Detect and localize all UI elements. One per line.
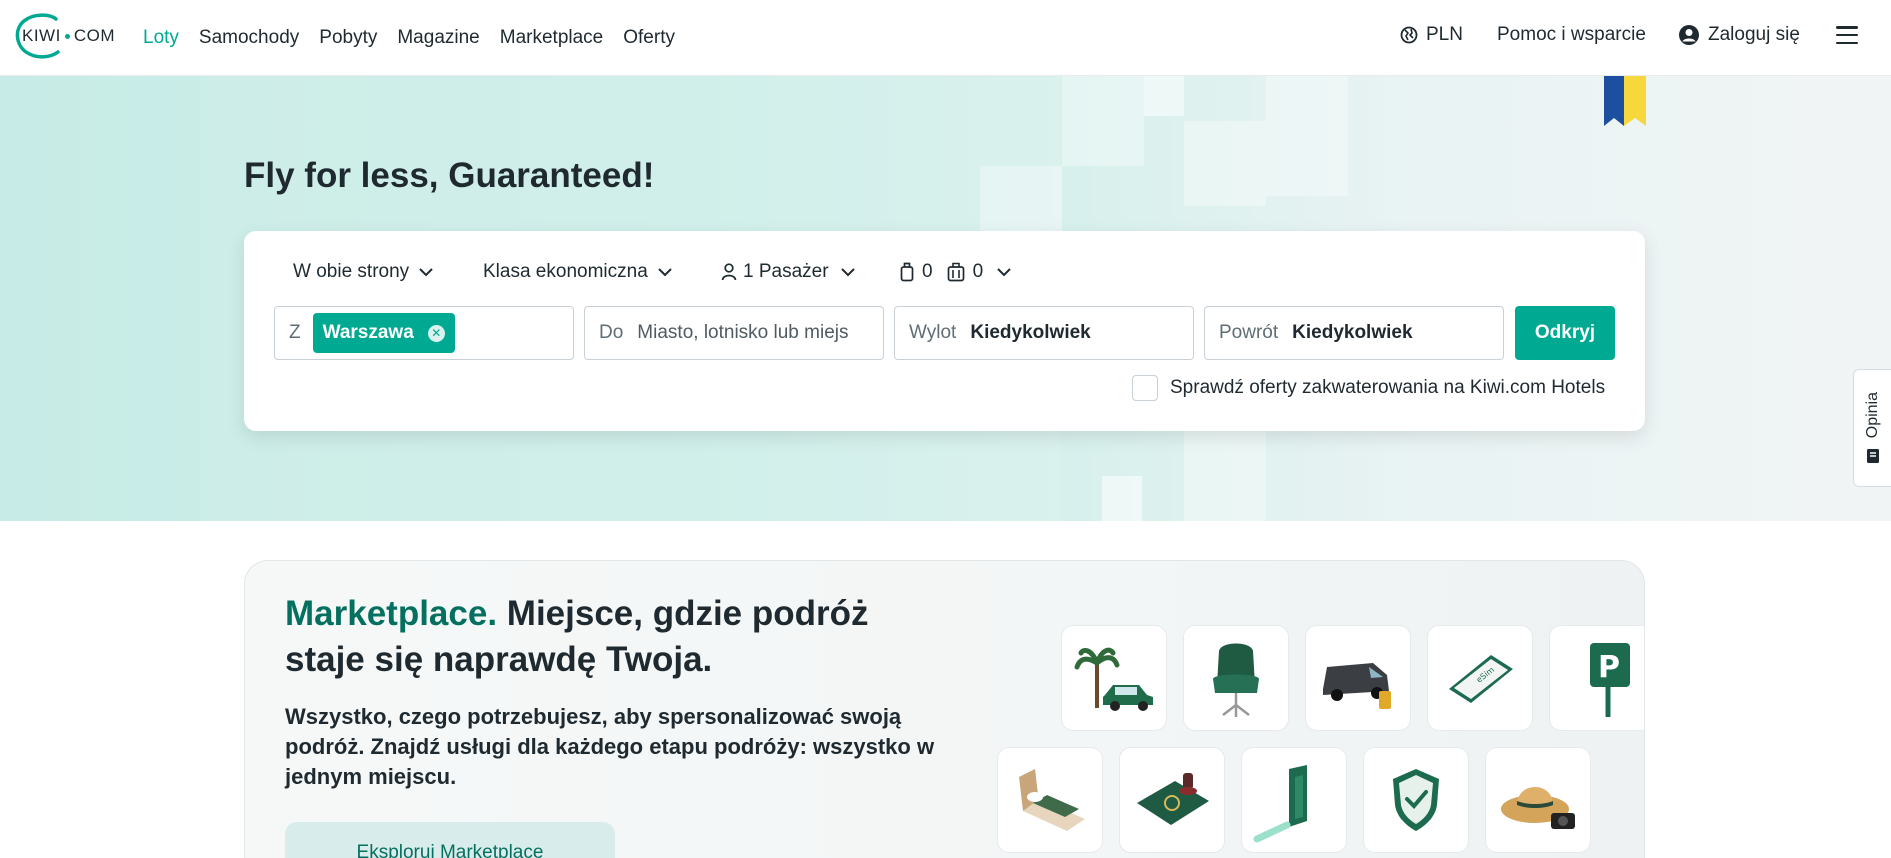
menu-bar	[1836, 41, 1858, 44]
depart-field[interactable]: Wylot Kiedykolwiek	[894, 306, 1194, 360]
logo-dot	[64, 33, 70, 39]
hotels-checkbox-row: Sprawdź oferty zakwaterowania na Kiwi.co…	[1132, 375, 1605, 401]
user-icon	[1679, 25, 1699, 45]
hotels-checkbox[interactable]	[1132, 375, 1158, 401]
marketplace-section: Marketplace. Miejsce, gdzie podróż staje…	[244, 560, 1645, 858]
checked-bag-icon	[947, 262, 964, 282]
nav-marketplace[interactable]: Marketplace	[500, 27, 604, 49]
esim-tile[interactable]: eSim	[1427, 625, 1533, 731]
hero-pattern-tile	[1144, 76, 1184, 116]
to-label: Do	[599, 322, 624, 343]
fast-track-tile[interactable]	[1241, 747, 1347, 853]
car-rental-tile[interactable]	[1061, 625, 1167, 731]
from-chip[interactable]: Warszawa ✕	[312, 313, 455, 353]
search-form: W obie strony Klasa ekonomiczna 1 Pasaże…	[244, 231, 1645, 431]
hat-camera-icon	[1501, 787, 1575, 829]
chevron-down-icon	[997, 267, 1011, 276]
logo-kiwi: KIWI	[22, 26, 61, 45]
chevron-down-icon	[419, 267, 433, 276]
depart-label: Wylot	[909, 322, 957, 343]
nav-stays[interactable]: Pobyty	[319, 27, 377, 49]
feedback-icon	[1866, 449, 1879, 464]
return-value: Kiedykolwiek	[1292, 322, 1413, 343]
bed-icon	[1019, 769, 1085, 831]
trip-type-label: W obie strony	[293, 261, 410, 282]
feedback-tab[interactable]: Opinia	[1853, 369, 1891, 487]
from-label: Z	[289, 322, 301, 343]
accommodation-tile[interactable]	[997, 747, 1103, 853]
chevron-down-icon	[658, 267, 672, 276]
depart-value: Kiedykolwiek	[970, 322, 1091, 343]
feedback-label: Opinia	[1863, 391, 1881, 439]
visa-tile[interactable]	[1119, 747, 1225, 853]
nav-offers[interactable]: Oferty	[623, 27, 675, 49]
explore-marketplace-button[interactable]: Eksploruj Marketplace	[285, 822, 615, 858]
svg-text:P: P	[1598, 650, 1620, 685]
menu-icon[interactable]	[1836, 26, 1858, 44]
top-nav: KIWI COM Loty Samochody Pobyty Magazine …	[0, 0, 1891, 76]
insurance-tile[interactable]	[1363, 747, 1469, 853]
login-button[interactable]: Zaloguj się	[1678, 24, 1800, 46]
passport-icon	[1137, 773, 1209, 825]
nav-cars[interactable]: Samochody	[199, 27, 299, 49]
menu-bar	[1836, 26, 1858, 29]
chevron-down-icon	[840, 267, 855, 276]
activities-tile[interactable]	[1485, 747, 1591, 853]
parking-sign-icon: P	[1589, 643, 1630, 717]
gate-icon	[1253, 765, 1307, 843]
nav-flights[interactable]: Loty	[143, 27, 179, 49]
main-nav: Loty Samochody Pobyty Magazine Marketpla…	[143, 0, 675, 76]
van-icon	[1323, 663, 1391, 709]
logo-com: COM	[73, 26, 116, 45]
trip-type-select[interactable]: W obie strony	[293, 261, 433, 283]
hero-pattern-tile	[1184, 121, 1266, 206]
return-label: Powrót	[1219, 322, 1279, 343]
currency-selector[interactable]: PLN	[1400, 24, 1463, 46]
passengers-select[interactable]: 1 Pasażer	[721, 261, 855, 283]
bags-select[interactable]: 0 0	[900, 261, 1011, 283]
globe-icon	[1400, 26, 1418, 44]
marketplace-title-accent: Marketplace.	[285, 594, 498, 633]
car-palm-icon	[1074, 647, 1153, 711]
to-field[interactable]: Do Miasto, lotnisko lub miejs	[584, 306, 884, 360]
from-field[interactable]: Z Warszawa ✕	[274, 306, 574, 360]
marketplace-title: Marketplace. Miejsce, gdzie podróż staje…	[285, 591, 905, 683]
explore-marketplace-label: Eksploruj Marketplace	[356, 842, 544, 858]
cabin-bag-icon	[900, 262, 914, 282]
currency-label: PLN	[1426, 24, 1463, 45]
help-label: Pomoc i wsparcie	[1497, 24, 1646, 45]
phone-esim-icon: eSim	[1449, 655, 1513, 703]
search-button[interactable]: Odkryj	[1515, 306, 1615, 360]
nav-magazine[interactable]: Magazine	[397, 27, 479, 49]
logo-text: KIWI COM	[22, 26, 115, 46]
cabin-class-select[interactable]: Klasa ekonomiczna	[483, 261, 672, 283]
login-label: Zaloguj się	[1708, 24, 1800, 45]
cabin-bags-count: 0	[922, 261, 933, 282]
checked-bags-count: 0	[972, 261, 984, 282]
marketplace-description: Wszystko, czego potrzebujesz, aby sperso…	[285, 704, 935, 789]
from-value: Warszawa	[322, 322, 414, 343]
passengers-label: 1 Pasażer	[743, 261, 829, 282]
close-icon[interactable]: ✕	[427, 324, 445, 342]
menu-bar	[1836, 33, 1858, 37]
person-icon	[721, 263, 737, 281]
seat-tile[interactable]	[1183, 625, 1289, 731]
to-placeholder: Miasto, lotnisko lub miejs	[637, 322, 849, 343]
kiwi-logo[interactable]: KIWI COM	[12, 11, 120, 61]
cabin-class-label: Klasa ekonomiczna	[483, 261, 648, 282]
parking-tile[interactable]: P	[1549, 625, 1644, 731]
hero-pattern-tile	[1102, 476, 1142, 521]
transfer-tile[interactable]	[1305, 625, 1411, 731]
hero-pattern-tile	[1062, 76, 1144, 166]
ukraine-ribbon-icon	[1604, 76, 1646, 126]
hero-title: Fly for less, Guaranteed!	[244, 156, 655, 195]
return-field[interactable]: Powrót Kiedykolwiek	[1204, 306, 1504, 360]
hotels-checkbox-label: Sprawdź oferty zakwaterowania na Kiwi.co…	[1170, 377, 1606, 398]
help-link[interactable]: Pomoc i wsparcie	[1497, 24, 1646, 46]
hero-pattern-tile	[1266, 76, 1348, 196]
armchair-icon	[1213, 643, 1259, 717]
shield-icon	[1393, 769, 1439, 831]
